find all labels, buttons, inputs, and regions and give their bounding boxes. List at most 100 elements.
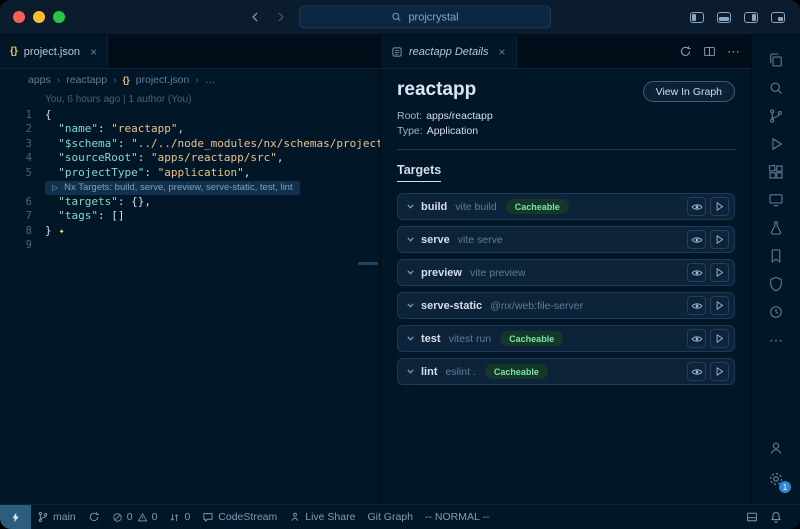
blame-annotation[interactable]: You, 6 hours ago | 1 author (You) [45, 93, 191, 108]
remote-indicator[interactable] [0, 505, 31, 529]
view-target-icon[interactable] [687, 263, 706, 282]
project-type: Type:Application [397, 124, 735, 139]
line-number: 3 [0, 137, 45, 152]
view-target-icon[interactable] [687, 362, 706, 381]
problems-item[interactable]: 0 0 [106, 505, 164, 529]
codestream-item[interactable]: CodeStream [196, 505, 283, 529]
git-graph-item[interactable]: Git Graph [361, 505, 419, 529]
view-in-graph-button[interactable]: View In Graph [643, 81, 735, 102]
remote-explorer-icon[interactable] [763, 187, 789, 213]
run-target-icon[interactable] [710, 263, 729, 282]
toggle-secondary-sidebar-icon[interactable] [744, 12, 758, 23]
breadcrumb-separator: › [57, 74, 61, 86]
sparkle-icon[interactable]: ✦ [59, 226, 65, 237]
target-row-preview[interactable]: previewvite preview [397, 259, 735, 286]
account-icon[interactable] [763, 435, 789, 461]
command-center-search[interactable]: projcrystal [299, 6, 551, 29]
testing-flask-icon[interactable] [763, 215, 789, 241]
chevron-down-icon[interactable] [406, 367, 415, 376]
customize-layout-icon[interactable] [771, 12, 785, 23]
bell-icon[interactable] [764, 511, 788, 523]
run-hint-icon: ▷ [52, 181, 58, 195]
target-row-serve-static[interactable]: serve-static@nx/web:file-server [397, 292, 735, 319]
panel-layout-icon[interactable] [740, 511, 764, 523]
target-row-test[interactable]: testvitest runCacheable [397, 325, 735, 352]
close-tab-icon[interactable]: × [86, 45, 97, 59]
run-debug-icon[interactable] [763, 131, 789, 157]
source-control-icon[interactable] [763, 103, 789, 129]
breadcrumb-item[interactable]: … [205, 74, 216, 86]
target-row-build[interactable]: buildvite buildCacheable [397, 193, 735, 220]
breadcrumb-item[interactable]: project.json [136, 74, 190, 86]
run-target-icon[interactable] [710, 230, 729, 249]
run-target-icon[interactable] [710, 197, 729, 216]
target-row-lint[interactable]: linteslint .Cacheable [397, 358, 735, 385]
cacheable-badge: Cacheable [500, 331, 563, 346]
breadcrumb[interactable]: apps › reactapp › {} project.json › … [0, 69, 380, 90]
target-row-serve[interactable]: servevite serve [397, 226, 735, 253]
code-editor[interactable]: You, 6 hours ago | 1 author (You)1{2 "na… [0, 90, 380, 504]
view-target-icon[interactable] [687, 329, 706, 348]
error-count: 0 [127, 511, 133, 523]
forward-icon[interactable] [274, 11, 287, 24]
bookmarks-icon[interactable] [763, 243, 789, 269]
zoom-window-button[interactable] [53, 11, 65, 23]
settings-gear-icon[interactable]: 1 [763, 466, 789, 492]
more-actions-icon[interactable]: ⋯ [727, 44, 740, 60]
chevron-down-icon[interactable] [406, 268, 415, 277]
tab-project-json[interactable]: {} project.json × [0, 35, 108, 68]
breadcrumb-item[interactable]: apps [28, 74, 51, 86]
code-row: 9 [0, 238, 380, 253]
target-command: vite build [455, 201, 496, 213]
chevron-down-icon[interactable] [406, 334, 415, 343]
more-views-icon[interactable]: ⋯ [763, 327, 789, 353]
tab-label: reactapp Details [409, 46, 489, 58]
codestream-label: CodeStream [218, 511, 277, 523]
view-target-icon[interactable] [687, 197, 706, 216]
split-editor-icon[interactable] [703, 45, 716, 58]
toggle-primary-sidebar-icon[interactable] [690, 12, 704, 23]
run-target-icon[interactable] [710, 296, 729, 315]
chevron-down-icon[interactable] [406, 202, 415, 211]
nx-targets-hint[interactable]: ▷Nx Targets: build, serve, preview, serv… [45, 181, 300, 195]
nx-console-icon[interactable] [763, 271, 789, 297]
chevron-down-icon[interactable] [406, 301, 415, 310]
branch-name: main [53, 511, 76, 523]
code-row: 6 "targets": {}, [0, 195, 380, 210]
compare-changes-item[interactable]: 0 [163, 505, 196, 529]
history-icon[interactable] [763, 299, 789, 325]
minimize-window-button[interactable] [33, 11, 45, 23]
view-target-icon[interactable] [687, 296, 706, 315]
close-window-button[interactable] [13, 11, 25, 23]
vim-mode-item[interactable]: -- NORMAL -- [419, 505, 495, 529]
toggle-panel-icon[interactable] [717, 12, 731, 23]
chevron-down-icon[interactable] [406, 235, 415, 244]
target-name: build [421, 201, 447, 213]
code-row: 5 "projectType": "application", [0, 166, 380, 181]
target-command: vite preview [470, 267, 525, 279]
extensions-icon[interactable] [763, 159, 789, 185]
scrollbar-thumb[interactable] [358, 262, 378, 265]
git-graph-label: Git Graph [367, 511, 413, 523]
live-share-item[interactable]: Live Share [283, 505, 361, 529]
target-command: vitest run [449, 333, 492, 345]
status-bar: main 0 0 0 CodeStream Live Share Git Gra… [0, 504, 800, 529]
blame-row: You, 6 hours ago | 1 author (You) [0, 93, 380, 108]
view-target-icon[interactable] [687, 230, 706, 249]
code-lines: You, 6 hours ago | 1 author (You)1{2 "na… [0, 93, 380, 253]
target-name: serve [421, 234, 450, 246]
git-branch-item[interactable]: main [31, 505, 82, 529]
search-icon[interactable] [763, 75, 789, 101]
live-share-label: Live Share [305, 511, 355, 523]
run-target-icon[interactable] [710, 329, 729, 348]
back-icon[interactable] [249, 11, 262, 24]
breadcrumb-item[interactable]: reactapp [66, 74, 107, 86]
code-row: 8}✦ [0, 224, 380, 239]
line-number: 1 [0, 108, 45, 123]
explorer-icon[interactable] [763, 47, 789, 73]
tab-reactapp-details[interactable]: reactapp Details × [381, 35, 517, 68]
sync-icon[interactable] [82, 505, 106, 529]
close-tab-icon[interactable]: × [495, 45, 506, 59]
run-target-icon[interactable] [710, 362, 729, 381]
refresh-icon[interactable] [679, 45, 692, 58]
